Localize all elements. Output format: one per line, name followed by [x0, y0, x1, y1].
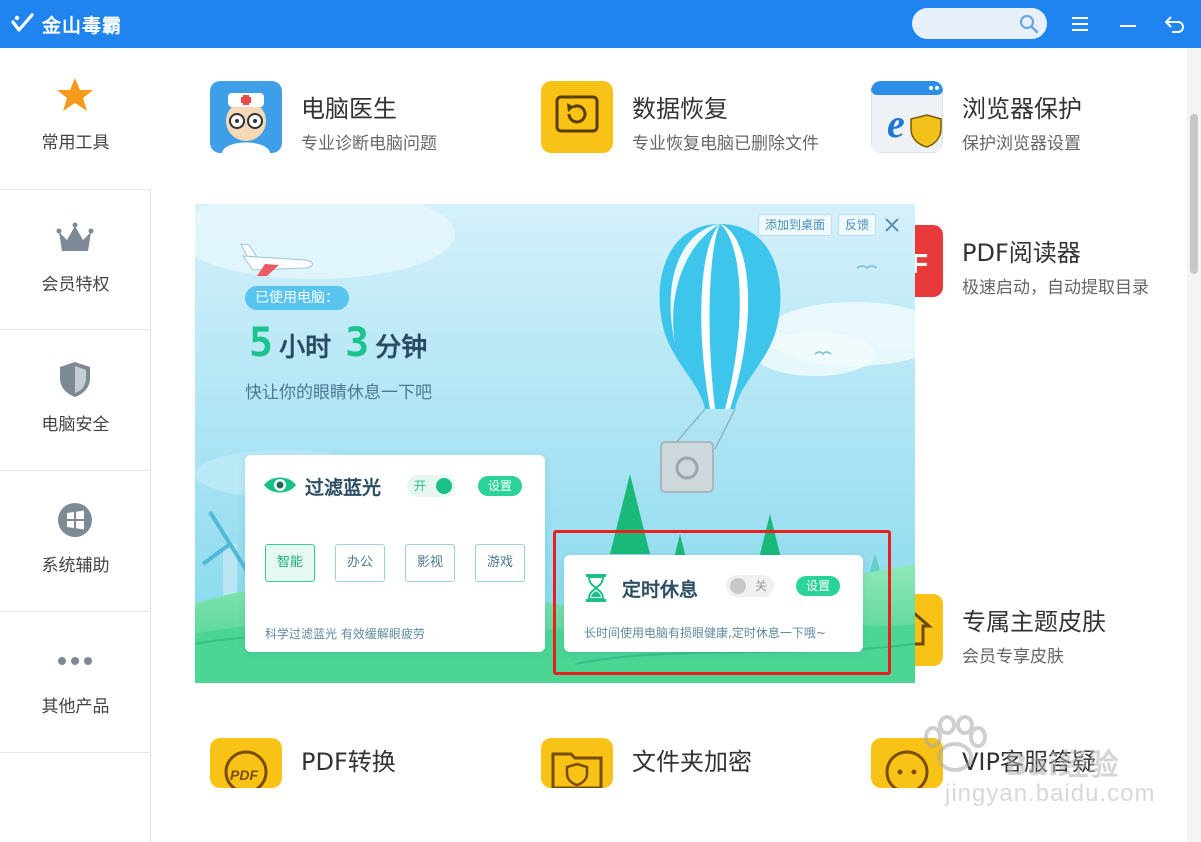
tool-name: PDF转换 [301, 748, 396, 776]
title-bar: 金山毒霸 [0, 0, 1201, 48]
usage-label-badge: 已使用电脑： [245, 286, 349, 310]
sidebar-item-vip[interactable]: 会员特权 [0, 189, 151, 330]
eye-icon [264, 477, 296, 493]
sidebar-item-common-tools[interactable]: 常用工具 [0, 48, 152, 189]
rest-hint-text: 快让你的眼睛休息一下吧 [245, 383, 432, 403]
sidebar: 常用工具 会员特权 电脑安全 系统辅助 其他产品 [0, 48, 152, 842]
svg-text:PDF: PDF [230, 767, 258, 783]
mode-office-button[interactable]: 办公 [335, 544, 385, 582]
star-icon [57, 78, 93, 111]
sidebar-item-label: 系统辅助 [41, 556, 110, 576]
browser-protect-icon: e [871, 81, 943, 153]
usage-hours: 5 [249, 320, 274, 366]
tool-desc: 极速启动，自动提取目录 [962, 278, 1149, 298]
minutes-unit: 分钟 [375, 333, 428, 363]
tool-name: 专属主题皮肤 [962, 608, 1106, 636]
tool-desc: 保护浏览器设置 [962, 134, 1081, 154]
blue-light-filter-card: 过滤蓝光 开 设置 智能 办公 影视 游戏 科学过滤蓝光 有效缓解眼疲劳 [245, 455, 545, 652]
sidebar-item-other-products[interactable]: 其他产品 [0, 612, 151, 753]
tool-desc: 专业诊断电脑问题 [301, 134, 437, 154]
tool-data-recovery[interactable]: 数据恢复 专业恢复电脑已删除文件 [541, 81, 841, 161]
search-icon[interactable] [1019, 14, 1039, 34]
tool-name: 文件夹加密 [632, 748, 752, 776]
tool-desc: 专业恢复电脑已删除文件 [632, 134, 819, 154]
blue-light-footer: 科学过滤蓝光 有效缓解眼疲劳 [265, 627, 425, 641]
tool-folder-encrypt[interactable]: 文件夹加密 [541, 738, 841, 818]
tool-pdf-convert[interactable]: PDF PDF转换 [210, 738, 510, 818]
more-dots-icon [58, 657, 92, 665]
blue-light-toggle[interactable]: 开 [407, 475, 455, 497]
sidebar-item-label: 电脑安全 [41, 415, 110, 435]
feedback-button[interactable]: 反馈 [838, 214, 877, 236]
add-to-desktop-button[interactable]: 添加到桌面 [758, 214, 833, 236]
mode-game-button[interactable]: 游戏 [475, 544, 525, 582]
app-logo-icon [11, 13, 34, 32]
mode-video-button[interactable]: 影视 [405, 544, 455, 582]
svg-text:e: e [887, 101, 905, 146]
data-recovery-icon [541, 81, 613, 153]
highlight-annotation-box [553, 530, 891, 675]
app-title: 金山毒霸 [42, 15, 123, 37]
tool-name: PDF阅读器 [962, 239, 1081, 267]
watermark-title: Bai经验 [1005, 748, 1119, 783]
folder-encrypt-icon [541, 738, 613, 788]
minimize-icon[interactable] [1116, 12, 1140, 36]
watermark-url: jingyan.baidu.com [945, 780, 1156, 807]
pdf-convert-icon: PDF [210, 738, 282, 788]
usage-time: 5 小时 3 分钟 [249, 320, 441, 370]
scrollbar[interactable] [1187, 48, 1201, 842]
sidebar-item-security[interactable]: 电脑安全 [0, 330, 151, 471]
baidu-jingyan-watermark: Bai经验 jingyan.baidu.com [905, 700, 1155, 820]
search-input[interactable] [912, 8, 1047, 39]
tool-desc: 会员专享皮肤 [962, 647, 1064, 667]
shield-icon [60, 362, 90, 397]
sidebar-item-label: 会员特权 [41, 275, 110, 295]
blue-light-title: 过滤蓝光 [305, 477, 382, 499]
tool-theme-skin[interactable]: 专属主题皮肤 会员专享皮肤 [871, 594, 1171, 674]
crown-icon [56, 222, 94, 251]
windows-icon [58, 503, 92, 537]
blue-light-settings-button[interactable]: 设置 [478, 476, 523, 496]
sidebar-item-label: 其他产品 [41, 697, 110, 717]
back-icon[interactable] [1163, 12, 1187, 36]
doctor-icon [210, 81, 282, 153]
scrollbar-thumb[interactable] [1190, 114, 1198, 274]
tool-name: 电脑医生 [301, 95, 397, 123]
sidebar-item-label: 常用工具 [41, 133, 110, 153]
tool-pdf-reader[interactable]: F PDF阅读器 极速启动，自动提取目录 [871, 225, 1171, 305]
mode-smart-button[interactable]: 智能 [265, 544, 315, 582]
hours-unit: 小时 [279, 333, 332, 363]
tool-name: 浏览器保护 [962, 95, 1082, 123]
toggle-label: 开 [414, 479, 427, 493]
tool-name: 数据恢复 [632, 95, 728, 123]
close-icon[interactable] [881, 214, 903, 236]
sidebar-item-system[interactable]: 系统辅助 [0, 471, 151, 612]
menu-icon[interactable] [1068, 12, 1092, 36]
tool-browser-protect[interactable]: e 浏览器保护 保护浏览器设置 [871, 81, 1171, 161]
tool-pc-doctor[interactable]: 电脑医生 专业诊断电脑问题 [210, 81, 510, 161]
toggle-knob [436, 478, 452, 494]
usage-minutes: 3 [345, 320, 370, 366]
paw-icon [924, 715, 987, 772]
